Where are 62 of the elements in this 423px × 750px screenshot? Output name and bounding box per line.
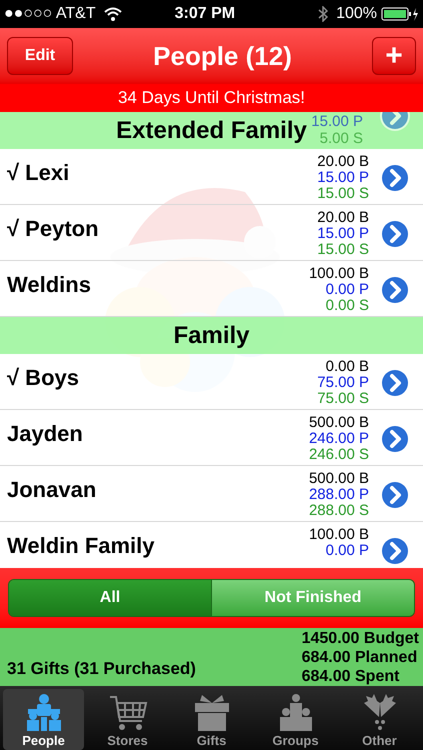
screen-title: People (12)	[152, 40, 293, 72]
budget-amount: 0.00 B	[326, 359, 369, 375]
chevron-circle-icon[interactable]	[379, 218, 411, 250]
filter-segment[interactable]: All	[9, 580, 211, 616]
spent-amount: 0.00 S	[326, 298, 369, 314]
person-name: √ Peyton	[7, 215, 100, 243]
summary-total: 684.00 Spent	[300, 669, 400, 685]
budget-amount: 20.00 B	[317, 154, 369, 170]
planned-amount: 0.00 P	[326, 282, 369, 298]
tab-bar-item[interactable]: Gifts	[171, 689, 252, 750]
chevron-circle-icon[interactable]	[379, 367, 411, 399]
wifi-icon	[104, 7, 122, 21]
budget-amount: 100.00 B	[308, 266, 369, 282]
person-name: √ Boys	[7, 364, 80, 392]
person-row[interactable]: Weldins 100.00 B 0.00 P 0.00 S	[0, 261, 423, 317]
spent-amount: 15.00 S	[317, 186, 369, 202]
budget-amount: 20.00 B	[317, 210, 369, 226]
budget-amount: 500.00 B	[308, 415, 369, 431]
chevron-circle-icon[interactable]	[379, 535, 411, 567]
chevron-circle-icon[interactable]	[379, 479, 411, 511]
person-name: Jayden	[7, 420, 84, 448]
section-title: Extended Family	[116, 116, 307, 146]
tab-bar-item[interactable]: People	[3, 689, 84, 750]
spent-amount: 288.00 S	[308, 503, 369, 519]
tab-bar-item[interactable]: Stores	[87, 689, 168, 750]
bluetooth-icon	[318, 6, 328, 22]
chevron-circle-icon[interactable]	[379, 274, 411, 306]
summary-total: 1450.00 Budget	[300, 631, 419, 647]
person-row[interactable]: √ Peyton 20.00 B 15.00 P 15.00 S	[0, 205, 423, 261]
gifts-summary: 31 Gifts (31 Purchased)	[7, 658, 196, 680]
person-name: Jonavan	[7, 476, 98, 504]
person-name: √ Lexi	[7, 159, 70, 187]
planned-amount: 75.00 P	[317, 375, 369, 391]
spent-amount: 75.00 S	[317, 391, 369, 407]
planned-amount: 288.00 P	[308, 487, 369, 503]
countdown-text: 34 Days Until Christmas!	[118, 87, 306, 110]
carrier-signal: ●●○○○ AT&T	[4, 4, 96, 24]
clock: 3:07 PM	[174, 4, 236, 24]
planned-amount: 15.00 P	[311, 113, 363, 130]
cart-icon	[108, 693, 148, 733]
planned-amount: 0.00 P	[326, 543, 369, 559]
person-name: Weldin Family	[7, 532, 156, 560]
person-row[interactable]: √ Boys 0.00 B 75.00 P 75.00 S	[0, 354, 423, 410]
section-title: Family	[173, 320, 250, 350]
planned-amount: 15.00 P	[317, 170, 369, 186]
spent-amount: 15.00 S	[317, 242, 369, 258]
tab-bar-item[interactable]: Other	[339, 689, 420, 750]
battery-icon	[381, 6, 419, 22]
battery-percent: 100%	[336, 4, 377, 24]
budget-amount: 100.00 B	[308, 527, 369, 543]
planned-amount: 15.00 P	[317, 226, 369, 242]
planned-amount: 246.00 P	[308, 431, 369, 447]
budget-amount: 500.00 B	[308, 471, 369, 487]
edit-button[interactable]: Edit	[7, 37, 73, 75]
chevron-circle-icon[interactable]	[379, 423, 411, 455]
spent-amount: 5.00 S	[320, 130, 363, 147]
person-name: Weldins	[7, 271, 92, 299]
tab-bar-item[interactable]: Groups	[255, 689, 336, 750]
spent-amount: 246.00 S	[308, 447, 369, 463]
summary-total: 684.00 Planned	[300, 650, 418, 666]
add-button[interactable]: +	[372, 37, 416, 75]
chevron-circle-icon[interactable]	[379, 162, 411, 194]
